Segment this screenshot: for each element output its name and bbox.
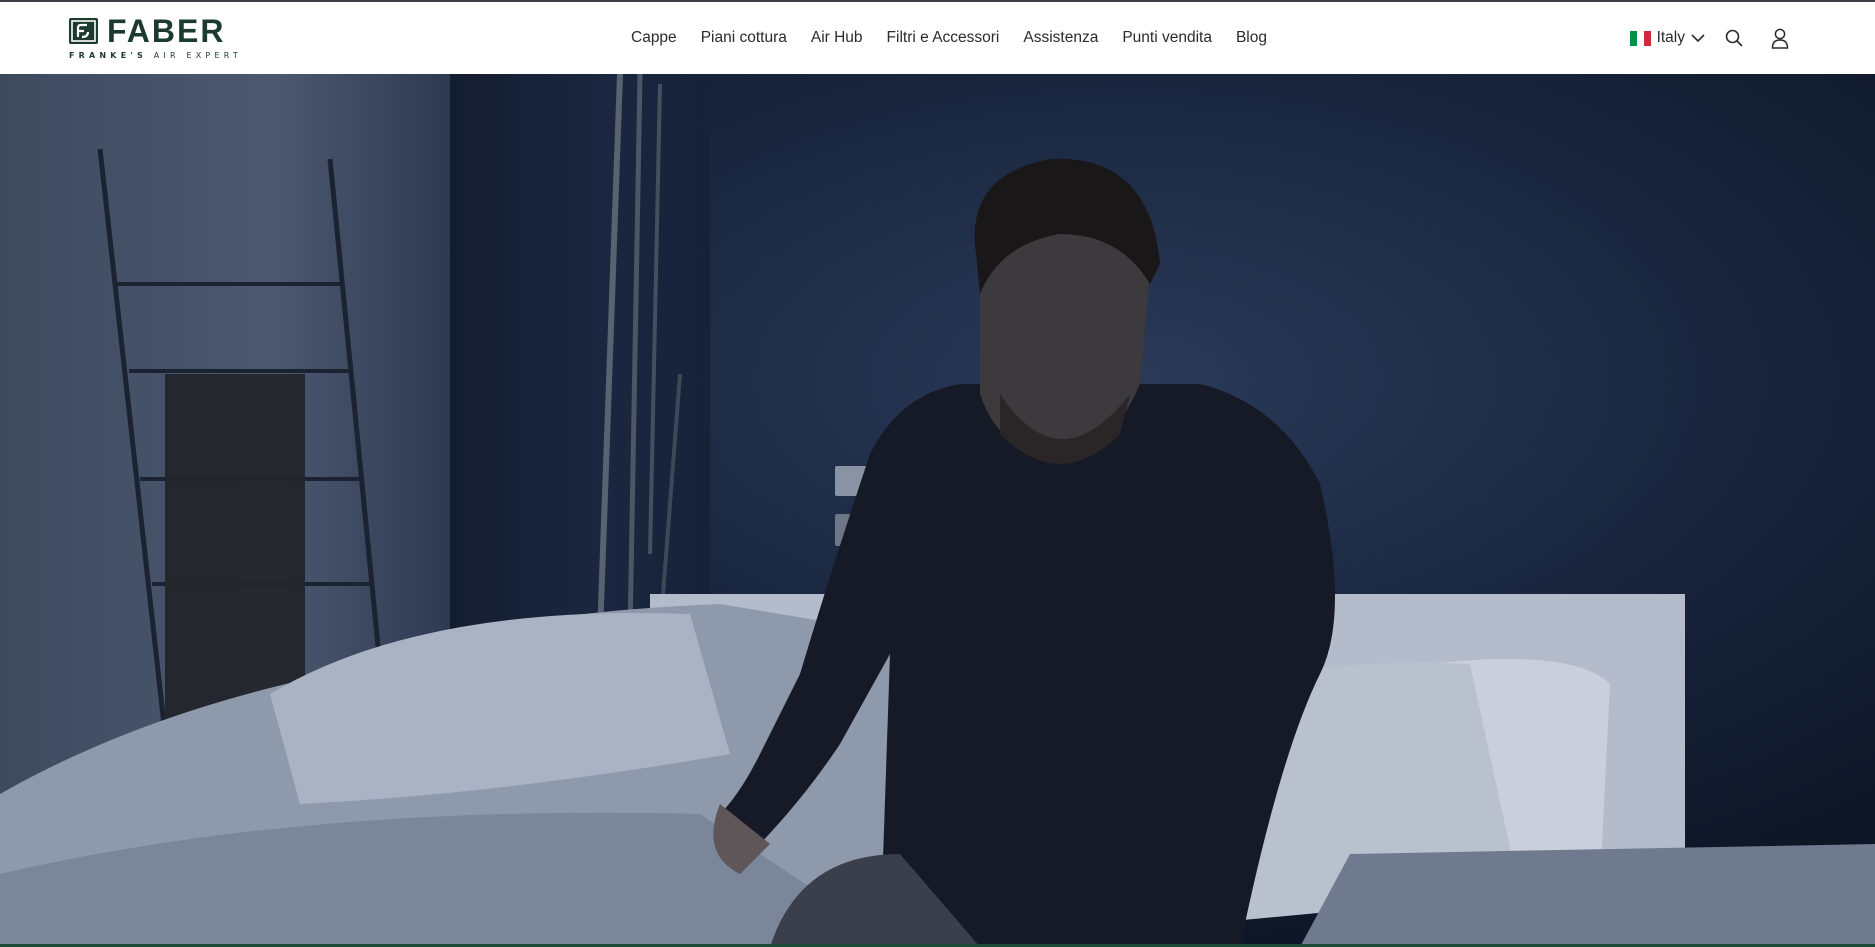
logo-tagline: FRANKE'S AIR EXPERT: [69, 51, 242, 60]
nav-item-assistenza[interactable]: Assistenza: [1011, 29, 1110, 47]
chevron-down-icon: [1691, 33, 1705, 43]
logo-wordmark: FABER: [107, 13, 226, 49]
nav-item-filtri-accessori[interactable]: Filtri e Accessori: [875, 29, 1012, 47]
language-selector[interactable]: Italy: [1629, 29, 1705, 47]
user-icon[interactable]: [1771, 28, 1789, 49]
nav-item-air-hub[interactable]: Air Hub: [799, 29, 875, 47]
nav-item-punti-vendita[interactable]: Punti vendita: [1110, 29, 1224, 47]
nav-item-blog[interactable]: Blog: [1224, 29, 1279, 47]
site-header: FABER FRANKE'S AIR EXPERT Cappe Piani co…: [0, 2, 1875, 74]
main-nav: Cappe Piani cottura Air Hub Filtri e Acc…: [619, 2, 1279, 74]
language-label: Italy: [1656, 29, 1685, 46]
header-tools: Italy: [1629, 2, 1789, 74]
hero-person: [713, 158, 1335, 947]
search-icon[interactable]: [1725, 29, 1743, 47]
faber-logo-mark-icon: [69, 18, 98, 44]
nav-item-piani-cottura[interactable]: Piani cottura: [689, 29, 799, 47]
italy-flag-icon: [1629, 30, 1651, 46]
nav-item-cappe[interactable]: Cappe: [619, 29, 689, 47]
faber-logo[interactable]: FABER FRANKE'S AIR EXPERT: [69, 14, 274, 62]
hero-image: [0, 74, 1875, 947]
